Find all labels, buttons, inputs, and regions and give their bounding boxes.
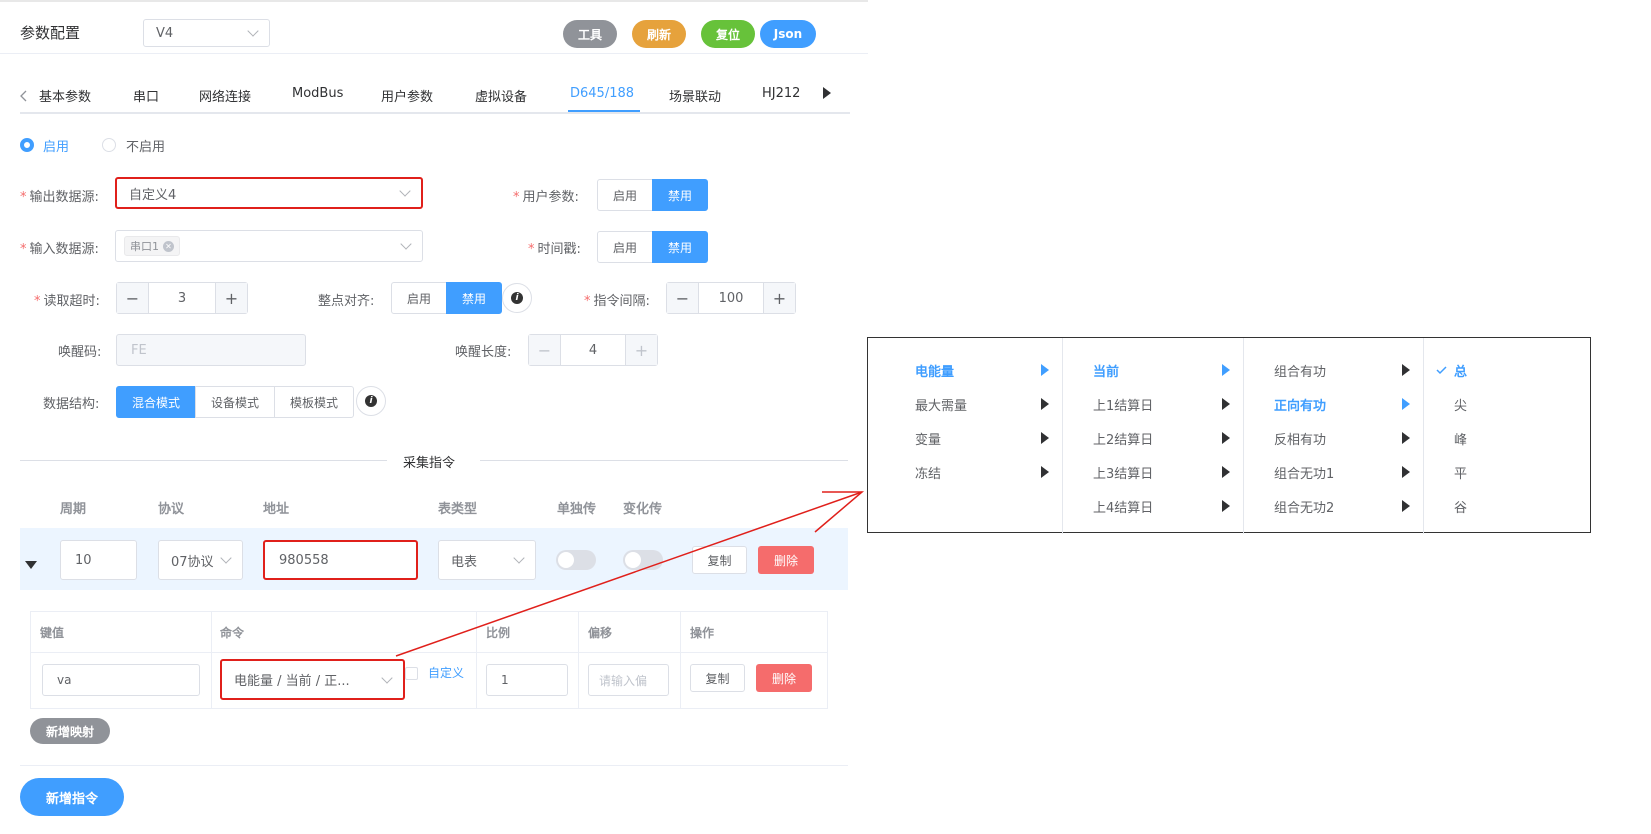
caret-right-icon — [1041, 432, 1049, 444]
cascader-option[interactable]: 组合无功1 — [1274, 463, 1334, 482]
cascader-option[interactable]: 上1结算日 — [1093, 395, 1153, 414]
cascader-option[interactable]: 总 — [1454, 361, 1467, 380]
cascader-option[interactable]: 峰 — [1454, 429, 1467, 448]
caret-right-icon — [1222, 398, 1230, 410]
caret-right-icon — [1402, 500, 1410, 512]
cascader-option[interactable]: 组合有功 — [1274, 361, 1326, 380]
cascader-option[interactable]: 平 — [1454, 463, 1467, 482]
cascader-option[interactable]: 尖 — [1454, 395, 1467, 414]
caret-right-icon — [1402, 432, 1410, 444]
cascader-col-4: 总 尖 峰 平 谷 — [1424, 338, 1590, 534]
caret-right-icon — [1402, 466, 1410, 478]
cascader-col-3: 组合有功 正向有功 反相有功 组合无功1 组合无功2 — [1244, 338, 1424, 534]
cascader-popup: 电能量 最大需量 变量 冻结 当前 上1结算日 上2结算日 上3结算日 上4结算… — [867, 337, 1591, 534]
cascader-option[interactable]: 冻结 — [915, 463, 941, 482]
cascader-option[interactable]: 变量 — [915, 429, 941, 448]
cascader-option[interactable]: 上4结算日 — [1093, 497, 1153, 516]
caret-right-icon — [1402, 364, 1410, 376]
cascader-option[interactable]: 电能量 — [915, 361, 954, 380]
cascader-option[interactable]: 上3结算日 — [1093, 463, 1153, 482]
cascader-col-1: 电能量 最大需量 变量 冻结 — [868, 338, 1063, 534]
caret-right-icon — [1222, 432, 1230, 444]
caret-right-icon — [1222, 500, 1230, 512]
cascader-option[interactable]: 谷 — [1454, 497, 1467, 516]
caret-right-icon — [1041, 398, 1049, 410]
cascader-col-2: 当前 上1结算日 上2结算日 上3结算日 上4结算日 — [1063, 338, 1244, 534]
cascader-option[interactable]: 上2结算日 — [1093, 429, 1153, 448]
cascader-option[interactable]: 组合无功2 — [1274, 497, 1334, 516]
caret-right-icon — [1041, 466, 1049, 478]
caret-right-icon — [1222, 466, 1230, 478]
cascader-option[interactable]: 当前 — [1093, 361, 1119, 380]
check-icon — [1436, 366, 1447, 375]
cascader-option[interactable]: 最大需量 — [915, 395, 967, 414]
cascader-option[interactable]: 正向有功 — [1274, 395, 1326, 414]
caret-right-icon — [1222, 364, 1230, 376]
cascader-option[interactable]: 反相有功 — [1274, 429, 1326, 448]
caret-right-icon — [1041, 364, 1049, 376]
caret-right-icon — [1402, 398, 1410, 410]
